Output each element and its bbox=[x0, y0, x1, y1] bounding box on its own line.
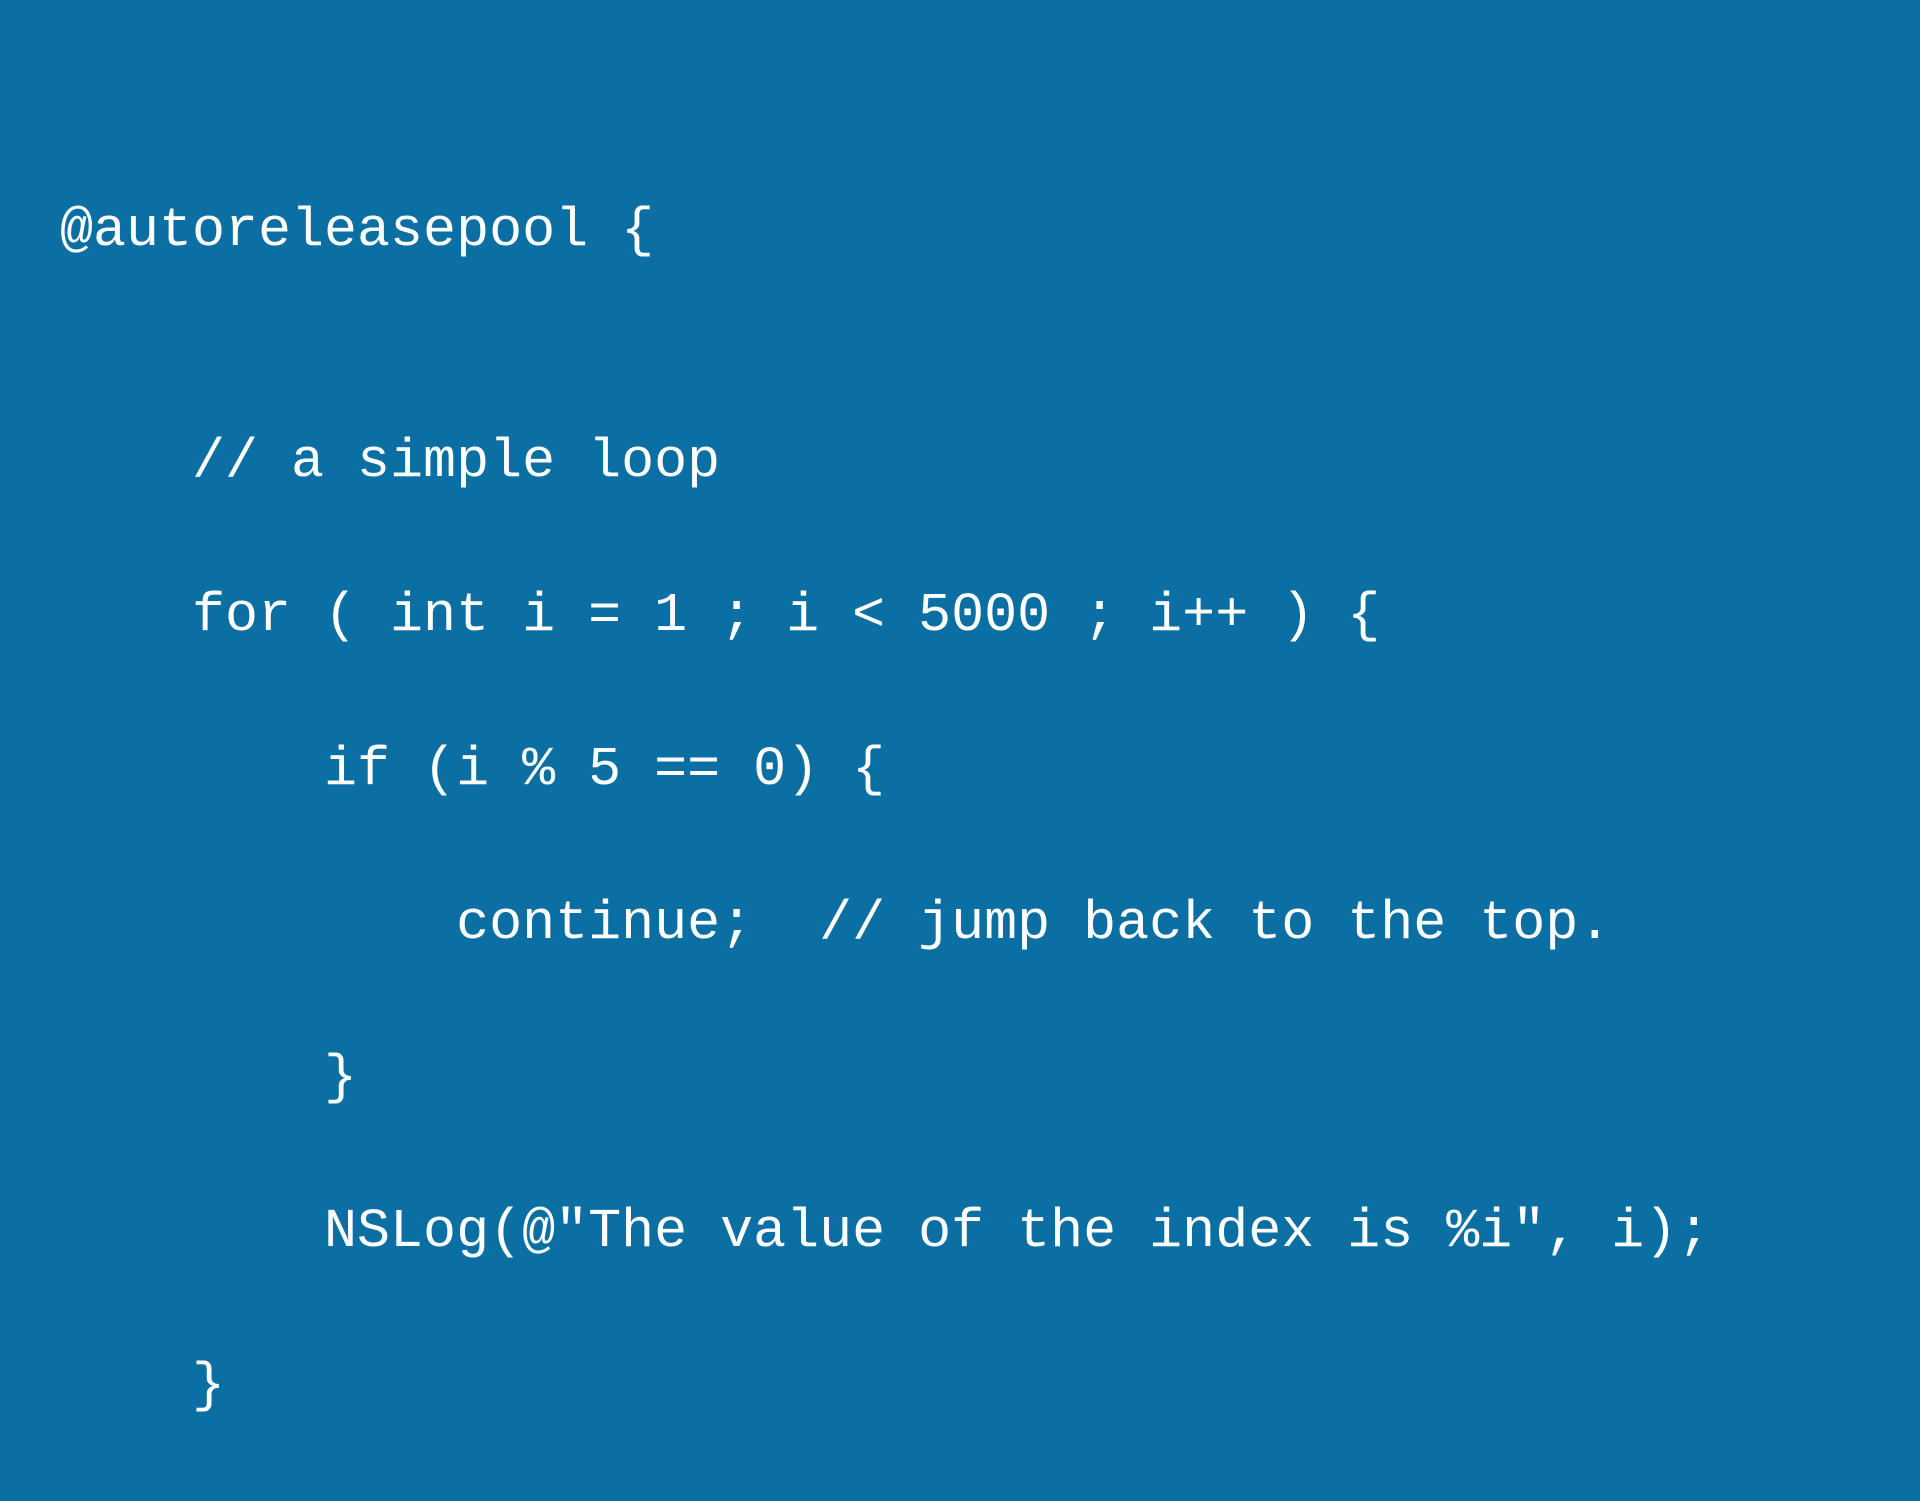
code-line-5: if (i % 5 == 0) { bbox=[60, 731, 1860, 808]
code-line-1: @autoreleasepool { bbox=[60, 192, 1860, 269]
code-line-7: } bbox=[60, 1039, 1860, 1116]
code-line-6: continue; // jump back to the top. bbox=[60, 885, 1860, 962]
code-line-9: } bbox=[60, 1347, 1860, 1424]
code-line-8: NSLog(@"The value of the index is %i", i… bbox=[60, 1193, 1860, 1270]
code-line-3: // a simple loop bbox=[60, 423, 1860, 500]
code-line-4: for ( int i = 1 ; i < 5000 ; i++ ) { bbox=[60, 577, 1860, 654]
code-block: @autoreleasepool { // a simple loop for … bbox=[60, 115, 1860, 1501]
